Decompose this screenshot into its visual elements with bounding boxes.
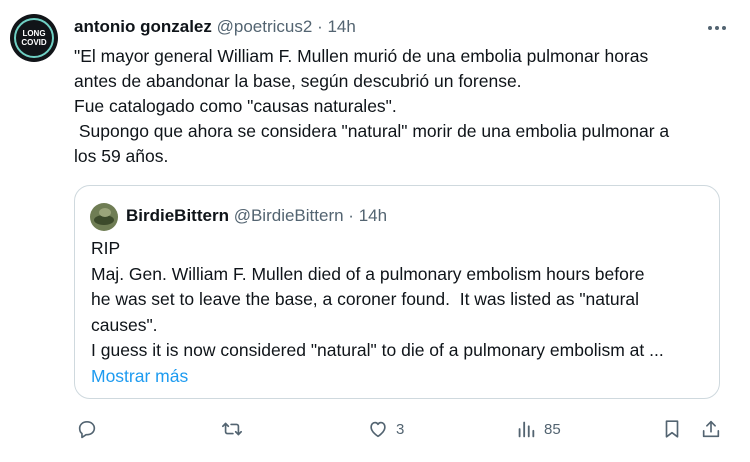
tweet-text: "El mayor general William F. Mullen muri… xyxy=(74,44,724,169)
author-name[interactable]: antonio gonzalez xyxy=(74,17,212,36)
author-handle[interactable]: @poetricus2 xyxy=(217,17,313,36)
separator-dot: · xyxy=(317,17,323,36)
quoted-text-line: Maj. Gen. William F. Mullen died of a pu… xyxy=(91,263,645,284)
quoted-text-line: I guess it is now considered "natural" t… xyxy=(91,340,664,360)
quoted-text-line: causes". xyxy=(91,314,158,335)
tweet: LONG COVID antonio gonzalez @poetricus2 … xyxy=(0,0,750,462)
author-avatar[interactable]: LONG COVID xyxy=(10,14,58,62)
tweet-text-line: antes de abandonar la base, según descub… xyxy=(74,71,522,91)
tweet-time[interactable]: 14h xyxy=(327,17,355,36)
like-count: 3 xyxy=(396,420,405,438)
tweet-text-line: "El mayor general William F. Mullen muri… xyxy=(74,46,649,66)
separator-dot: · xyxy=(348,206,354,225)
views-count: 85 xyxy=(544,420,561,438)
share-icon xyxy=(702,420,720,438)
quoted-author-handle[interactable]: @BirdieBittern xyxy=(234,206,344,225)
avatar-text-covid: COVID xyxy=(21,38,47,47)
show-more-link[interactable]: Mostrar más xyxy=(91,364,711,390)
reply-icon xyxy=(78,421,96,439)
quoted-text-line: RIP xyxy=(91,238,121,258)
quoted-text-line: he was set to leave the base, a coroner … xyxy=(91,289,640,309)
avatar-text-long: LONG xyxy=(22,29,46,38)
retweet-icon xyxy=(222,422,242,436)
quoted-author-avatar[interactable] xyxy=(90,203,118,231)
retweet-button[interactable] xyxy=(220,412,244,446)
tweet-text-line: Fue catalogado como "causas naturales". xyxy=(74,96,397,116)
bookmark-button[interactable] xyxy=(661,412,683,446)
quoted-tweet-time[interactable]: 14h xyxy=(359,206,387,225)
share-button[interactable] xyxy=(700,412,722,446)
views-icon xyxy=(518,421,535,438)
reply-button[interactable] xyxy=(76,412,98,446)
quoted-tweet-text: RIP Maj. Gen. William F. Mullen died of … xyxy=(91,236,711,389)
quoted-tweet[interactable]: BirdieBittern @BirdieBittern · 14h RIP M… xyxy=(74,185,720,399)
bookmark-icon xyxy=(665,420,679,438)
heart-icon xyxy=(370,421,386,438)
action-bar: 3 85 xyxy=(0,412,750,446)
tweet-header: antonio gonzalez @poetricus2 · 14h xyxy=(74,17,356,39)
tweet-text-line: los 59 años. xyxy=(74,146,169,166)
quoted-tweet-header: BirdieBittern @BirdieBittern · 14h xyxy=(126,206,387,226)
like-button[interactable]: 3 xyxy=(367,412,404,446)
tweet-text-line: Supongo que ahora se considera "natural"… xyxy=(74,121,670,141)
views-button[interactable]: 85 xyxy=(515,412,561,446)
more-options-icon[interactable] xyxy=(706,18,728,38)
quoted-author-name[interactable]: BirdieBittern xyxy=(126,206,229,225)
